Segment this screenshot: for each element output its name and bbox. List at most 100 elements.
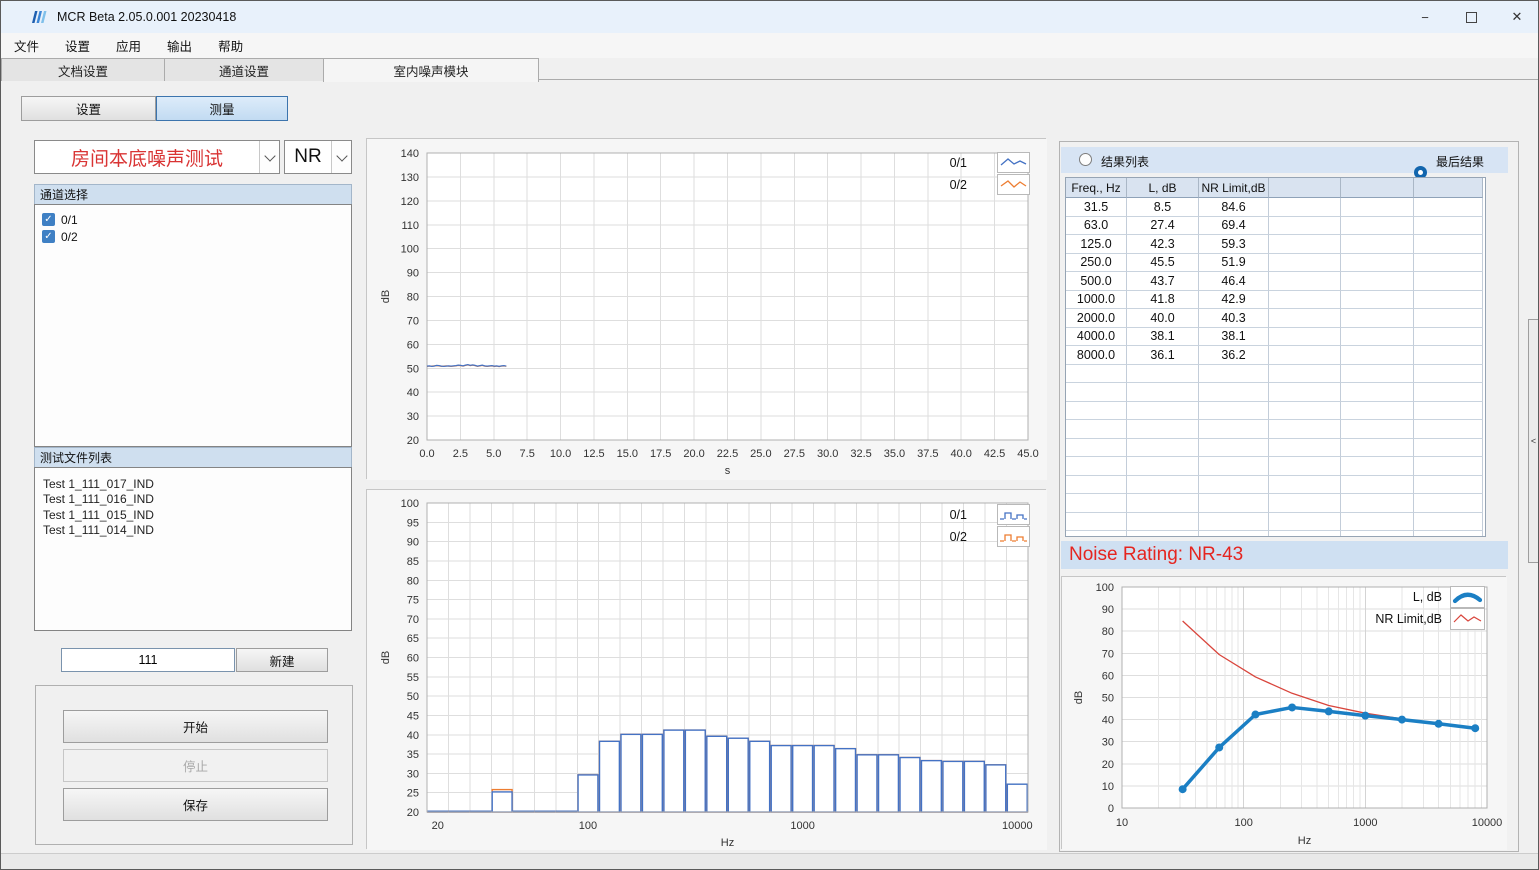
table-row[interactable]: 1000.041.842.9 [1066, 291, 1485, 310]
svg-text:110: 110 [401, 220, 419, 232]
table-row[interactable] [1066, 513, 1485, 532]
table-cell [1341, 494, 1414, 513]
legend-entry: 0/1 [887, 505, 1030, 524]
svg-text:10: 10 [1116, 817, 1128, 829]
table-cell [1269, 217, 1341, 236]
channel-label: 0/2 [61, 230, 78, 244]
table-row[interactable] [1066, 383, 1485, 402]
table-row[interactable] [1066, 457, 1485, 476]
table-cell [1199, 439, 1269, 458]
panel-collapse-handle[interactable]: < [1528, 319, 1539, 563]
checkbox-checked-icon[interactable]: ✓ [42, 230, 55, 243]
bar-series-icon [997, 504, 1030, 525]
svg-text:10000: 10000 [1472, 817, 1503, 829]
test-type-combobox[interactable]: 房间本底噪声测试 [34, 140, 280, 174]
table-cell [1341, 254, 1414, 273]
tab-indoor-noise-module[interactable]: 室内噪声模块 [323, 58, 539, 82]
menu-output[interactable]: 输出 [154, 33, 205, 58]
table-cell: 36.2 [1199, 346, 1269, 365]
list-item[interactable]: Test 1_111_016_IND [35, 492, 351, 508]
table-row[interactable] [1066, 420, 1485, 439]
table-row[interactable] [1066, 439, 1485, 458]
table-row[interactable]: 31.58.584.6 [1066, 198, 1485, 217]
svg-text:25: 25 [407, 788, 419, 800]
save-button[interactable]: 保存 [63, 788, 328, 821]
svg-text:35: 35 [407, 749, 419, 761]
results-table: Freq., HzL, dBNR Limit,dB31.58.584.663.0… [1065, 177, 1486, 537]
table-cell [1269, 494, 1341, 513]
table-row[interactable]: 250.045.551.9 [1066, 254, 1485, 273]
table-cell [1341, 439, 1414, 458]
menu-apply[interactable]: 应用 [103, 33, 154, 58]
table-cell [1066, 531, 1127, 537]
test-type-dropdown-arrow[interactable] [259, 141, 279, 173]
rating-combobox[interactable]: NR [284, 140, 352, 174]
svg-text:100: 100 [579, 820, 597, 832]
svg-text:s: s [725, 465, 731, 477]
subtab-settings[interactable]: 设置 [21, 96, 156, 121]
table-cell [1341, 235, 1414, 254]
table-row[interactable] [1066, 476, 1485, 495]
spectrum-panel: 2025303540455055606570758085909510020100… [366, 489, 1046, 849]
svg-text:dB: dB [380, 290, 392, 303]
svg-text:100: 100 [401, 244, 419, 256]
table-cell: 8000.0 [1066, 346, 1127, 365]
close-button[interactable]: ✕ [1494, 1, 1539, 33]
legend-label: L, dB [1292, 590, 1442, 604]
table-cell [1066, 457, 1127, 476]
maximize-button[interactable] [1448, 1, 1494, 33]
radio-result-list[interactable] [1079, 153, 1092, 166]
legend-label: 0/2 [887, 530, 967, 544]
menu-settings[interactable]: 设置 [52, 33, 103, 58]
radio-result-list-label[interactable]: 结果列表 [1101, 153, 1149, 170]
table-header-cell [1341, 178, 1414, 198]
svg-text:1000: 1000 [790, 820, 814, 832]
new-button[interactable]: 新建 [236, 648, 328, 672]
start-button[interactable]: 开始 [63, 710, 328, 743]
list-item[interactable]: ✓ 0/2 [35, 228, 351, 245]
radio-last-result-label[interactable]: 最后结果 [1436, 153, 1484, 170]
table-cell: 38.1 [1199, 328, 1269, 347]
bar-series-icon [997, 526, 1030, 547]
svg-text:32.5: 32.5 [850, 448, 871, 460]
table-row[interactable] [1066, 365, 1485, 384]
table-cell [1127, 439, 1199, 458]
table-header-row: Freq., HzL, dBNR Limit,dB [1066, 178, 1485, 198]
checkbox-checked-icon[interactable]: ✓ [42, 213, 55, 226]
svg-text:Hz: Hz [1298, 835, 1311, 847]
table-row[interactable] [1066, 494, 1485, 513]
table-row[interactable]: 63.027.469.4 [1066, 217, 1485, 236]
list-item[interactable]: Test 1_111_015_IND [35, 507, 351, 523]
tab-document-settings[interactable]: 文档设置 [1, 58, 165, 81]
table-header-cell: NR Limit,dB [1199, 178, 1269, 198]
table-cell [1269, 439, 1341, 458]
table-row[interactable]: 4000.038.138.1 [1066, 328, 1485, 347]
svg-text:30: 30 [407, 411, 419, 423]
table-row[interactable]: 500.043.746.4 [1066, 272, 1485, 291]
chevron-down-icon [264, 150, 275, 161]
menu-bar: 文件 设置 应用 输出 帮助 [1, 33, 1538, 58]
subtab-measure[interactable]: 测量 [156, 96, 288, 121]
table-row[interactable] [1066, 531, 1485, 537]
svg-text:100: 100 [401, 498, 419, 510]
table-cell [1414, 217, 1483, 236]
svg-text:20.0: 20.0 [683, 448, 704, 460]
menu-file[interactable]: 文件 [1, 33, 52, 58]
file-name-input[interactable] [61, 648, 235, 672]
table-cell [1127, 494, 1199, 513]
tab-channel-settings[interactable]: 通道设置 [164, 58, 324, 81]
rating-dropdown-arrow[interactable] [331, 141, 351, 173]
noise-rating-banner: Noise Rating: NR-43 [1061, 541, 1508, 569]
minimize-button[interactable]: − [1402, 1, 1448, 33]
svg-text:25.0: 25.0 [750, 448, 771, 460]
list-item[interactable]: Test 1_111_017_IND [35, 476, 351, 492]
table-row[interactable] [1066, 402, 1485, 421]
table-row[interactable]: 2000.040.040.3 [1066, 309, 1485, 328]
table-cell [1414, 235, 1483, 254]
menu-help[interactable]: 帮助 [205, 33, 256, 58]
list-item[interactable]: ✓0/1 [35, 211, 351, 228]
table-row[interactable]: 8000.036.136.2 [1066, 346, 1485, 365]
table-cell: 125.0 [1066, 235, 1127, 254]
table-row[interactable]: 125.042.359.3 [1066, 235, 1485, 254]
list-item[interactable]: Test 1_111_014_IND [35, 523, 351, 539]
